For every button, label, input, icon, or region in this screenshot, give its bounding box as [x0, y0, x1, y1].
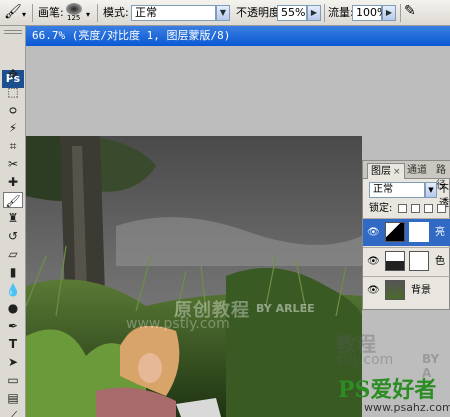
layer-name[interactable]: 色 [435, 256, 445, 268]
lasso-tool-icon[interactable]: ᴑ [3, 102, 23, 118]
watermark-by: BY ARLEE [256, 302, 315, 315]
gradient-tool-icon[interactable]: ▮ [3, 264, 23, 280]
flow-slider-arrow-icon[interactable]: ▶ [382, 5, 396, 21]
layers-panel-tabs: 图层 × 通道 路径 [363, 161, 450, 191]
dodge-tool-icon[interactable]: ● [3, 300, 23, 316]
history-brush-tool-icon[interactable]: ↺ [3, 228, 23, 244]
flow-input[interactable]: 100% [352, 5, 387, 21]
mode-label: 模式: [103, 6, 129, 19]
eye-icon[interactable]: 👁 [367, 256, 380, 268]
eyedropper-tool-icon[interactable]: ⟋ [3, 408, 23, 417]
brush-tool-icon[interactable]: 🖌 [4, 5, 22, 19]
watermark-url: www.pstly.com [126, 316, 230, 332]
options-bar: 🖌 ▾ 画笔: 125 ▾ 模式: 正常 ▼ 不透明度: 55% ▶ 流量: 1… [0, 0, 450, 26]
opacity-slider-arrow-icon[interactable]: ▶ [307, 5, 321, 21]
mode-select[interactable]: 正常 [131, 5, 216, 21]
separator [97, 4, 98, 22]
close-icon[interactable]: × [393, 167, 401, 177]
layer-mask-thumbnail[interactable] [409, 251, 429, 271]
site-brand: PS爱好者 [338, 377, 437, 403]
layer-name[interactable]: 亮 [435, 227, 445, 239]
lock-image-icon[interactable] [411, 204, 420, 213]
layer-row[interactable]: 👁 色 [363, 247, 450, 275]
separator [324, 4, 325, 22]
brush-picker-arrow-icon[interactable]: ▾ [86, 8, 90, 22]
layers-panel: 图层× 通道 路径 正常 ▼ 不透 锁定: 👁 亮 👁 色 👁 背景 [362, 160, 450, 310]
document-title-bar[interactable]: 66.7% (亮度/对比度 1, 图层蒙版/8) [26, 26, 450, 46]
notes-tool-icon[interactable]: ▤ [3, 390, 23, 406]
magic-wand-tool-icon[interactable]: ⚡ [3, 120, 23, 136]
separator [32, 4, 33, 22]
site-watermark: PS爱好者 www.psahz.com [338, 377, 450, 415]
brush-tool-icon[interactable]: 🖌 [3, 192, 23, 208]
opacity-input[interactable]: 55% [277, 5, 307, 21]
lock-all-icon[interactable] [437, 204, 446, 213]
flow-label: 流量: [328, 6, 354, 19]
eraser-tool-icon[interactable]: ▱ [3, 246, 23, 262]
watermark-right-url: stly.com [336, 352, 394, 368]
brush-size: 125 [67, 14, 81, 22]
photo-illustration [26, 136, 362, 417]
slice-tool-icon[interactable]: ✂ [3, 156, 23, 172]
site-url: www.psahz.com [364, 401, 450, 414]
pen-tool-icon[interactable]: ✒ [3, 318, 23, 334]
shape-tool-icon[interactable]: ▭ [3, 372, 23, 388]
adjustment-thumbnail [385, 222, 405, 242]
type-tool-icon[interactable]: T [3, 336, 23, 352]
blur-tool-icon[interactable]: 💧 [3, 282, 23, 298]
mode-dropdown-icon[interactable]: ▼ [216, 5, 230, 21]
layer-row[interactable]: 👁 亮 [363, 218, 450, 246]
blend-mode-dropdown-icon[interactable]: ▼ [425, 182, 437, 198]
layer-name[interactable]: 背景 [411, 285, 431, 297]
background-thumbnail [385, 280, 405, 300]
airbrush-icon[interactable]: ✎ [404, 4, 416, 18]
panel-grip[interactable] [4, 30, 22, 34]
tools-panel: Ps ✥ ⬚ ᴑ ⚡ ⌗ ✂ ✚ 🖌 ♜ ↺ ▱ ▮ 💧 ● ✒ T ➤ ▭ ▤… [0, 26, 26, 417]
tab-layers-label: 图层 [371, 166, 391, 177]
clone-stamp-tool-icon[interactable]: ♜ [3, 210, 23, 226]
watermark-right-by: BY A [422, 352, 440, 380]
tool-preset-arrow-icon[interactable]: ▾ [22, 8, 26, 22]
document-image[interactable]: 原创教程 BY ARLEE www.pstly.com [26, 136, 362, 417]
tab-layers[interactable]: 图层 × [367, 163, 405, 179]
lock-label: 锁定: [369, 203, 393, 214]
eye-icon[interactable]: 👁 [367, 285, 380, 297]
healing-brush-tool-icon[interactable]: ✚ [3, 174, 23, 190]
lock-position-icon[interactable] [424, 204, 433, 213]
crop-tool-icon[interactable]: ⌗ [3, 138, 23, 154]
tab-channels[interactable]: 通道 [404, 163, 430, 179]
blend-mode-select[interactable]: 正常 [369, 182, 425, 198]
path-selection-tool-icon[interactable]: ➤ [3, 354, 23, 370]
tab-paths[interactable]: 路径 [433, 163, 450, 191]
eye-icon[interactable]: 👁 [367, 227, 380, 239]
layer-mask-thumbnail[interactable] [409, 222, 429, 242]
lock-transparency-icon[interactable] [398, 204, 407, 213]
brush-label: 画笔: [38, 6, 64, 19]
adjustment-thumbnail [385, 251, 405, 271]
separator [400, 4, 401, 22]
marquee-tool-icon[interactable]: ⬚ [3, 84, 23, 100]
move-tool-icon[interactable]: ✥ [3, 66, 23, 82]
layer-row[interactable]: 👁 背景 [363, 276, 450, 304]
